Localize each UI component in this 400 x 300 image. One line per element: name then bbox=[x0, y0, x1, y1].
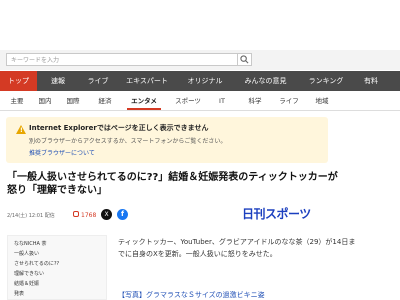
nav-item-breaking[interactable]: 速報 bbox=[37, 71, 79, 91]
warning-icon: ! bbox=[16, 125, 26, 134]
notice-text: 別のブラウザーからアクセスするか、スマートフォンからご覧ください。 bbox=[29, 138, 227, 145]
page-header-blank bbox=[0, 0, 400, 50]
share-x-icon[interactable]: X bbox=[101, 209, 112, 220]
main-nav: トップ 速報 ライブ エキスパート オリジナル みんなの意見 ランキング 有料 bbox=[0, 71, 400, 91]
related-link[interactable]: 【写真】グラマラスなＳサイズの過激ビキニ姿 bbox=[118, 290, 265, 300]
category-life[interactable]: ライフ bbox=[275, 92, 303, 110]
thumb-text-line: 理解できない bbox=[14, 271, 45, 277]
thumb-text-line: 一般人扱い bbox=[14, 251, 40, 257]
category-sports[interactable]: スポーツ bbox=[170, 92, 206, 110]
nav-item-expert[interactable]: エキスパート bbox=[117, 71, 177, 91]
category-it[interactable]: IT bbox=[215, 92, 229, 110]
comment-icon[interactable] bbox=[73, 211, 79, 217]
ie-warning-notice: ! Internet Explorerではページを正しく表示できません 別のブラ… bbox=[6, 117, 328, 163]
thumb-text-line: ななNICHA 茶 bbox=[14, 241, 47, 247]
thumb-text-line: 発表 bbox=[14, 291, 25, 297]
search-input[interactable]: キーワードを入力 bbox=[6, 53, 238, 66]
share-facebook-icon[interactable]: f bbox=[117, 209, 128, 220]
active-category-indicator bbox=[127, 108, 161, 110]
article-thumbnail[interactable]: ななNICHA 茶 一般人扱い させられてるのに?? 理解できない 結婚＆妊娠 … bbox=[7, 235, 107, 300]
article-body: ティックトッカー、YouTuber、グラビアアイドルのなな茶（29）が14日まで… bbox=[118, 238, 356, 258]
search-bar: キーワードを入力 bbox=[0, 50, 400, 70]
article-headline: 「一般人扱いさせられてるのに??」結婚＆妊娠発表のティックトッカーが怒り「理解で… bbox=[7, 172, 338, 196]
category-domestic[interactable]: 国内 bbox=[34, 92, 56, 110]
nav-item-live[interactable]: ライブ bbox=[79, 71, 117, 91]
recommended-browsers-link[interactable]: 推奨ブラウザーについて bbox=[29, 148, 95, 157]
nav-item-original[interactable]: オリジナル bbox=[177, 71, 233, 91]
nav-item-opinions[interactable]: みんなの意見 bbox=[233, 71, 298, 91]
article-date: 2/14(土) 12:01 配信 bbox=[7, 213, 55, 219]
category-nav: 主要 国内 国際 経済 エンタメ スポーツ IT 科学 ライフ 地域 bbox=[0, 92, 400, 111]
nav-item-top[interactable]: トップ bbox=[0, 71, 37, 91]
nav-item-paid[interactable]: 有料 bbox=[354, 71, 388, 91]
category-main[interactable]: 主要 bbox=[6, 92, 28, 110]
category-local[interactable]: 地域 bbox=[311, 92, 333, 110]
category-economy[interactable]: 経済 bbox=[94, 92, 116, 110]
category-science[interactable]: 科学 bbox=[244, 92, 266, 110]
notice-title: Internet Explorerではページを正しく表示できません bbox=[29, 124, 209, 132]
source-logo[interactable]: 日刊スポーツ bbox=[242, 205, 311, 222]
category-international[interactable]: 国際 bbox=[62, 92, 84, 110]
search-button[interactable] bbox=[238, 53, 252, 66]
thumb-text-line: 結婚＆妊娠 bbox=[14, 281, 40, 287]
nav-item-ranking[interactable]: ランキング bbox=[298, 71, 354, 91]
search-icon bbox=[240, 55, 249, 64]
comment-count[interactable]: 1768 bbox=[81, 212, 96, 219]
thumb-text-line: させられてるのに?? bbox=[14, 261, 60, 267]
